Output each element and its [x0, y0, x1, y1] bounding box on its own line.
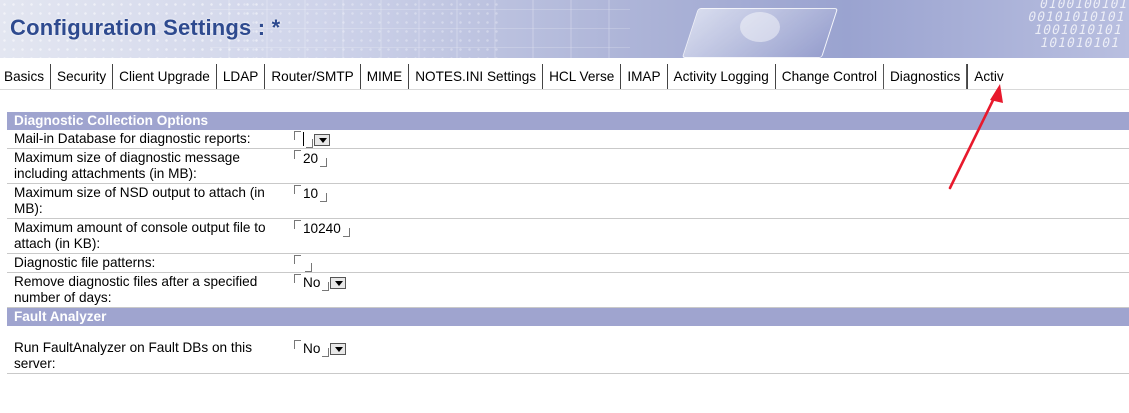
section-header-fault-analyzer: Fault Analyzer	[7, 308, 1129, 326]
tab-notes-ini-settings[interactable]: NOTES.INI Settings	[408, 64, 542, 89]
max-console-output-value: 10240	[303, 221, 341, 236]
remove-diagnostic-files-value: No	[303, 275, 321, 290]
remove-diagnostic-files-field[interactable]: No	[287, 273, 1129, 307]
field-bracket-open-icon	[294, 220, 301, 229]
text-caret	[303, 132, 304, 146]
max-console-output-field[interactable]: 10240	[287, 219, 1129, 253]
arrow-shaft	[948, 88, 1000, 190]
page-title: Configuration Settings : *	[10, 15, 281, 40]
max-console-output-label: Maximum amount of console output file to…	[14, 220, 266, 251]
banner-binary-decoration: 0100100101 00101010101 1001010101 101010…	[1026, 0, 1129, 51]
field-bracket-open-icon	[294, 131, 301, 140]
run-faultanalyzer-field[interactable]: No	[287, 326, 1129, 373]
max-nsd-output-size-label: Maximum size of NSD output to attach (in…	[14, 185, 265, 216]
dropdown-arrow-icon[interactable]	[330, 277, 347, 289]
field-bracket-open-icon	[294, 150, 301, 159]
form-row: Run FaultAnalyzer on Fault DBs on this s…	[7, 326, 1129, 374]
diagnostic-file-patterns-label: Diagnostic file patterns:	[14, 255, 156, 270]
field-bracket-close-icon	[320, 193, 328, 202]
tab-client-upgrade[interactable]: Client Upgrade	[112, 64, 216, 89]
tab-basics[interactable]: Basics	[0, 64, 50, 89]
tab-ldap[interactable]: LDAP	[215, 64, 265, 89]
tab-activity-logging[interactable]: Activity Logging	[666, 64, 775, 89]
form-row: Maximum amount of console output file to…	[7, 219, 1129, 254]
field-bracket-close-icon	[305, 263, 312, 272]
tab-change-control[interactable]: Change Control	[774, 64, 883, 89]
max-diagnostic-message-size-label: Maximum size of diagnostic message inclu…	[14, 150, 240, 181]
tab-router-smtp[interactable]: Router/SMTP	[264, 64, 359, 89]
field-bracket-open-icon	[294, 255, 301, 264]
header-banner: 0100100101 00101010101 1001010101 101010…	[0, 0, 1129, 58]
tab-mime[interactable]: MIME	[359, 64, 409, 89]
field-bracket-close-icon	[322, 282, 330, 291]
field-bracket-close-icon	[306, 139, 313, 148]
arrow-head	[990, 84, 1003, 103]
field-bracket-open-icon	[294, 274, 301, 283]
red-arrow-icon	[948, 84, 1003, 190]
mail-in-database-label: Mail-in Database for diagnostic reports:	[14, 131, 251, 146]
field-bracket-open-icon	[294, 340, 301, 349]
form-row: Diagnostic file patterns:	[7, 254, 1129, 273]
max-nsd-output-size-value: 10	[303, 186, 319, 201]
dropdown-arrow-icon[interactable]	[314, 134, 330, 146]
field-bracket-close-icon	[342, 228, 350, 237]
diagnostic-file-patterns-field[interactable]	[287, 254, 1129, 272]
field-bracket-close-icon	[320, 158, 328, 167]
dropdown-arrow-icon[interactable]	[330, 343, 347, 355]
field-bracket-close-icon	[322, 348, 330, 357]
run-faultanalyzer-label: Run FaultAnalyzer on Fault DBs on this s…	[14, 340, 253, 371]
tab-security[interactable]: Security	[50, 64, 112, 89]
form-row: Remove diagnostic files after a specifie…	[7, 273, 1129, 308]
tab-hcl-verse[interactable]: HCL Verse	[542, 64, 620, 89]
tab-imap[interactable]: IMAP	[620, 64, 666, 89]
run-faultanalyzer-value: No	[303, 341, 321, 356]
field-bracket-open-icon	[294, 185, 301, 194]
max-diagnostic-message-size-value: 20	[303, 151, 319, 166]
banner-globe-decoration	[740, 12, 780, 42]
remove-diagnostic-files-label: Remove diagnostic files after a specifie…	[14, 274, 258, 305]
